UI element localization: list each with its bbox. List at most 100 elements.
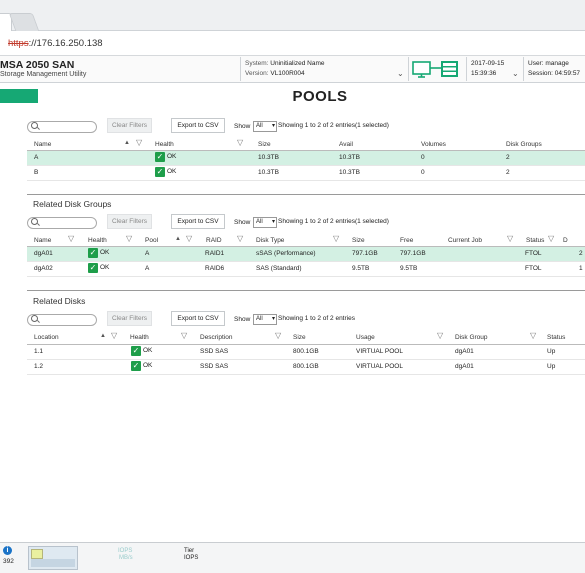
system-status-icon[interactable] [412,60,460,79]
dg-d: 1 [579,265,583,272]
table-row[interactable]: 1.2 ✓ OK SSD SAS 800.1GB VIRTUAL POOL dg… [27,360,585,375]
col-status[interactable]: Status [526,237,544,244]
sort-asc-icon[interactable]: ▲ [175,236,181,242]
col-raid[interactable]: RAID [206,237,222,244]
filter-icon[interactable]: ▽ [548,235,554,243]
filter-icon[interactable]: ▽ [186,235,192,243]
dg-free: 797.1GB [400,250,426,257]
col-usage[interactable]: Usage [356,334,375,341]
disks-export-csv-button[interactable]: Export to CSV [171,311,225,326]
header-date: 2017-09-15 [471,60,505,67]
col-size[interactable]: Size [258,141,271,148]
mbs-label[interactable]: MB/s [119,555,133,561]
health-ok-icon: ✓ [88,248,98,258]
capacity-mini-graph[interactable] [28,546,78,570]
table-row[interactable]: dgA02 ✓ OK A RAID6 SAS (Standard) 9.5TB … [27,262,585,277]
filter-icon[interactable]: ▽ [437,332,443,340]
pool-size: 10.3TB [258,169,279,176]
col-disk-groups[interactable]: Disk Groups [506,141,542,148]
tier-label[interactable]: Tier [184,548,194,554]
url-text[interactable]: https://176.16.250.138 [8,38,103,49]
pools-show-select[interactable]: All [253,121,277,132]
col-location[interactable]: Location [34,334,59,341]
col-name[interactable]: Name [34,141,51,148]
dg-raid: RAID1 [205,250,225,257]
health-ok-icon: ✓ [131,346,141,356]
table-row[interactable]: 1.1 ✓ OK SSD SAS 800.1GB VIRTUAL POOL dg… [27,345,585,360]
col-size[interactable]: Size [293,334,306,341]
col-description[interactable]: Description [200,334,233,341]
disk-location: 1.1 [34,348,44,355]
col-health[interactable]: Health [88,237,107,244]
system-name[interactable]: System: Uninitialized Name [245,60,325,67]
session-value: 04:59:57 [554,70,581,77]
table-row[interactable]: B ✓ OK 10.3TB 10.3TB 0 2 [27,166,585,181]
disk-groups-export-csv-button[interactable]: Export to CSV [171,214,225,229]
col-size[interactable]: Size [352,237,365,244]
disks-show-select[interactable]: All [253,314,277,325]
filter-icon[interactable]: ▽ [333,235,339,243]
health-ok-icon: ✓ [155,152,165,162]
col-volumes[interactable]: Volumes [421,141,446,148]
tier-iops-label[interactable]: IOPS [184,555,198,561]
table-row[interactable]: dgA01 ✓ OK A RAID1 sSAS (Performance) 79… [27,247,585,262]
filter-icon[interactable]: ▽ [237,139,243,147]
col-current-job[interactable]: Current Job [448,237,482,244]
info-count: 392 [3,558,14,565]
col-d[interactable]: D [563,237,568,244]
disk-groups-clear-filters-button[interactable]: Clear Filters [107,214,152,229]
col-disk-type[interactable]: Disk Type [256,237,284,244]
disk-health: OK [143,362,153,369]
col-health[interactable]: Health [130,334,149,341]
dg-size: 9.5TB [352,265,370,272]
col-pool[interactable]: Pool [145,237,158,244]
filter-icon[interactable]: ▽ [275,332,281,340]
disks-clear-filters-button[interactable]: Clear Filters [107,311,152,326]
filter-icon[interactable]: ▽ [126,235,132,243]
status-footer: i 392 IOPS MB/s Tier IOPS [0,542,585,573]
col-name[interactable]: Name [34,237,51,244]
product-name: MSA 2050 SAN [0,59,75,71]
header-divider [240,57,241,81]
pools-clear-filters-button[interactable]: Clear Filters [107,118,152,133]
disk-location: 1.2 [34,363,44,370]
pools-search-input[interactable] [27,121,97,133]
filter-icon[interactable]: ▽ [507,235,513,243]
disks-search-input[interactable] [27,314,97,326]
dg-size: 797.1GB [352,250,378,257]
col-health[interactable]: Health [155,141,174,148]
col-status[interactable]: Status [547,334,565,341]
info-icon[interactable]: i [3,546,12,555]
filter-icon[interactable]: ▽ [136,139,142,147]
sort-asc-icon[interactable]: ▲ [124,140,130,146]
iops-label[interactable]: IOPS [118,548,132,554]
search-icon [31,315,38,322]
sort-asc-icon[interactable]: ▲ [100,333,106,339]
filter-icon[interactable]: ▽ [530,332,536,340]
col-free[interactable]: Free [400,237,413,244]
user-info[interactable]: User: manage [528,60,569,67]
filter-icon[interactable]: ▽ [237,235,243,243]
browser-tab-new[interactable] [8,13,40,31]
filter-icon[interactable]: ▽ [181,332,187,340]
version-label: Version: [245,70,269,77]
disk-description: SSD SAS [200,363,229,370]
disk-size: 800.1GB [293,363,319,370]
disk-groups-search-input[interactable] [27,217,97,229]
pools-show-label: Show [234,123,251,130]
filter-icon[interactable]: ▽ [111,332,117,340]
col-avail[interactable]: Avail [339,141,353,148]
date-menu-chevron-icon[interactable]: ⌄ [512,69,519,78]
pool-name: B [34,169,39,176]
col-disk-group[interactable]: Disk Group [455,334,488,341]
disk-status: Up [547,348,556,355]
disk-size: 800.1GB [293,348,319,355]
address-bar[interactable]: https://176.16.250.138 [0,31,585,56]
system-menu-chevron-icon[interactable]: ⌄ [397,69,404,78]
disk-groups-show-select[interactable]: All [253,217,277,228]
filter-icon[interactable]: ▽ [68,235,74,243]
capacity-allocated-bar [31,549,43,559]
table-row[interactable]: A ✓ OK 10.3TB 10.3TB 0 2 [27,151,585,166]
pool-avail: 10.3TB [339,169,360,176]
pools-export-csv-button[interactable]: Export to CSV [171,118,225,133]
